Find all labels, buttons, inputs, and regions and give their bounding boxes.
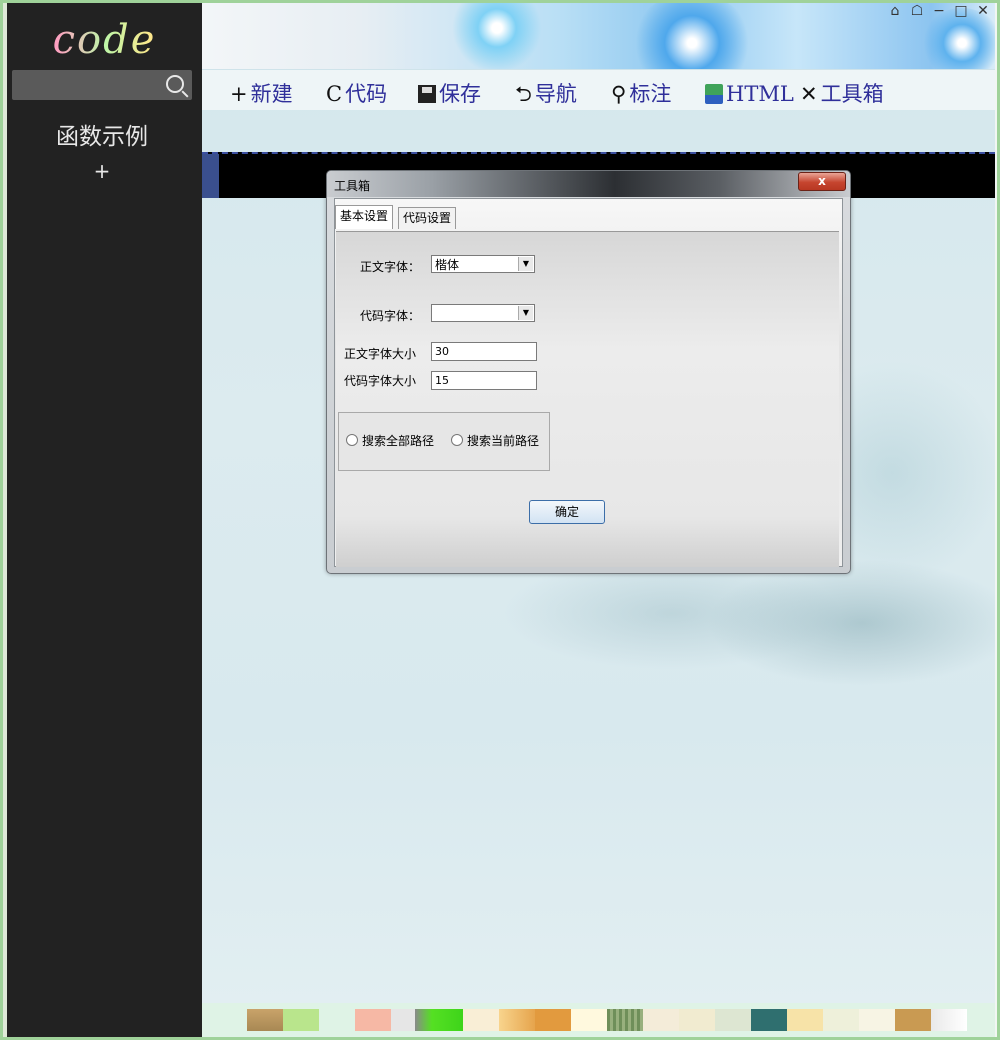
theme-thumbnail[interactable] — [823, 1009, 859, 1031]
home-icon[interactable]: ⌂ — [887, 3, 903, 19]
body-size-input[interactable]: 30 — [431, 342, 537, 361]
theme-thumbnail[interactable] — [499, 1009, 535, 1031]
toolbox-label: 工具箱 — [820, 82, 884, 106]
save-label: 保存 — [439, 82, 481, 106]
code-font-select[interactable]: ▼ — [431, 304, 535, 322]
sidebar: code 函数示例 + — [7, 3, 202, 1037]
theme-thumbnail[interactable] — [859, 1009, 895, 1031]
banner-flower-decoration — [632, 3, 752, 69]
basic-settings-panel: 正文字体： 楷体 ▼ 代码字体： ▼ 正文字体大小 30 代码字体大小 15 搜… — [336, 231, 839, 567]
theme-thumbnail[interactable] — [355, 1009, 391, 1031]
code-size-input[interactable]: 15 — [431, 371, 537, 390]
sidebar-search-input[interactable] — [12, 70, 192, 100]
theme-thumbnail[interactable] — [751, 1009, 787, 1031]
dialog-close-button[interactable]: x — [798, 172, 846, 191]
theme-thumbnail[interactable] — [607, 1009, 643, 1031]
ok-button[interactable]: 确定 — [529, 500, 605, 524]
wrench-icon: ✕ — [800, 82, 818, 106]
right-edge — [995, 3, 1000, 1037]
toolbar: + 新建 C 代码 保存 ⮌ 导航 ⚲ 标注 HTML ✕ 工具箱 — [202, 69, 995, 110]
banner-image: ⌂ ☖ − □ ✕ — [202, 3, 995, 69]
map-pin-icon: ⚲ — [611, 82, 627, 106]
theme-thumbnail[interactable] — [643, 1009, 679, 1031]
code-icon: C — [326, 82, 343, 106]
navigate-label: 导航 — [534, 82, 577, 106]
dialog-title: 工具箱 — [334, 179, 371, 193]
theme-thumbnail[interactable] — [931, 1009, 967, 1031]
theme-thumbnail[interactable] — [247, 1009, 283, 1031]
chevron-down-icon: ▼ — [518, 306, 533, 320]
search-scope-group: 搜索全部路径 搜索当前路径 — [338, 412, 550, 471]
toolbox-button[interactable]: ✕ 工具箱 — [800, 70, 884, 110]
annotate-button[interactable]: ⚲ 标注 — [611, 70, 671, 110]
html-globe-icon — [705, 84, 723, 104]
code-button[interactable]: C 代码 — [326, 70, 387, 110]
search-current-label: 搜索当前路径 — [467, 434, 540, 448]
body-font-select[interactable]: 楷体 ▼ — [431, 255, 535, 273]
new-label: 新建 — [250, 82, 293, 106]
banner-flower-decoration — [452, 3, 542, 69]
dialog-titlebar[interactable]: 工具箱 x — [327, 171, 850, 197]
body-size-label: 正文字体大小 — [344, 347, 417, 361]
theme-thumbnail[interactable] — [571, 1009, 607, 1031]
theme-thumbnail[interactable] — [283, 1009, 319, 1031]
floppy-disk-icon — [418, 85, 436, 103]
theme-thumbnail-strip — [202, 1003, 995, 1037]
app-logo: code — [7, 17, 202, 63]
annotate-label: 标注 — [629, 82, 672, 106]
save-button[interactable]: 保存 — [418, 70, 481, 110]
theme-thumbnail[interactable] — [535, 1009, 571, 1031]
section-title: 函数示例 — [56, 124, 148, 150]
body-font-label: 正文字体： — [360, 260, 421, 274]
theme-thumbnail[interactable] — [463, 1009, 499, 1031]
html-button[interactable]: HTML — [705, 70, 794, 110]
search-all-radio[interactable] — [346, 434, 358, 446]
search-all-label: 搜索全部路径 — [362, 434, 435, 448]
tab-basic-settings[interactable]: 基本设置 — [335, 205, 394, 229]
window-controls: ⌂ ☖ − □ ✕ — [887, 3, 991, 21]
strip-accent — [202, 154, 219, 198]
theme-thumbnail[interactable] — [715, 1009, 751, 1031]
search-current-radio[interactable] — [451, 434, 463, 446]
code-font-label: 代码字体： — [360, 309, 421, 323]
skin-icon[interactable]: ☖ — [909, 3, 925, 19]
theme-thumbnail[interactable] — [787, 1009, 823, 1031]
add-example-button[interactable]: + — [92, 159, 112, 183]
search-icon[interactable] — [166, 75, 184, 93]
plus-icon: + — [230, 82, 248, 106]
minimize-button[interactable]: − — [931, 3, 947, 19]
maximize-button[interactable]: □ — [953, 3, 969, 19]
theme-thumbnail[interactable] — [415, 1009, 463, 1031]
return-arrow-icon: ⮌ — [515, 82, 532, 106]
theme-thumbnail[interactable] — [391, 1009, 415, 1031]
code-label: 代码 — [345, 82, 388, 106]
close-button[interactable]: ✕ — [975, 3, 991, 19]
toolbox-dialog: 工具箱 x 基本设置 代码设置 正文字体： 楷体 ▼ 代码字体： ▼ 正文字体大… — [326, 170, 851, 574]
code-size-label: 代码字体大小 — [344, 374, 417, 388]
theme-thumbnail[interactable] — [895, 1009, 931, 1031]
body-font-value: 楷体 — [435, 258, 460, 272]
new-button[interactable]: + 新建 — [230, 70, 293, 110]
theme-thumbnail[interactable] — [679, 1009, 715, 1031]
navigate-button[interactable]: ⮌ 导航 — [515, 70, 577, 110]
html-label: HTML — [726, 82, 794, 106]
dialog-content: 基本设置 代码设置 正文字体： 楷体 ▼ 代码字体： ▼ 正文字体大小 30 代… — [334, 198, 843, 567]
chevron-down-icon: ▼ — [518, 257, 533, 271]
tab-code-settings[interactable]: 代码设置 — [398, 207, 457, 229]
